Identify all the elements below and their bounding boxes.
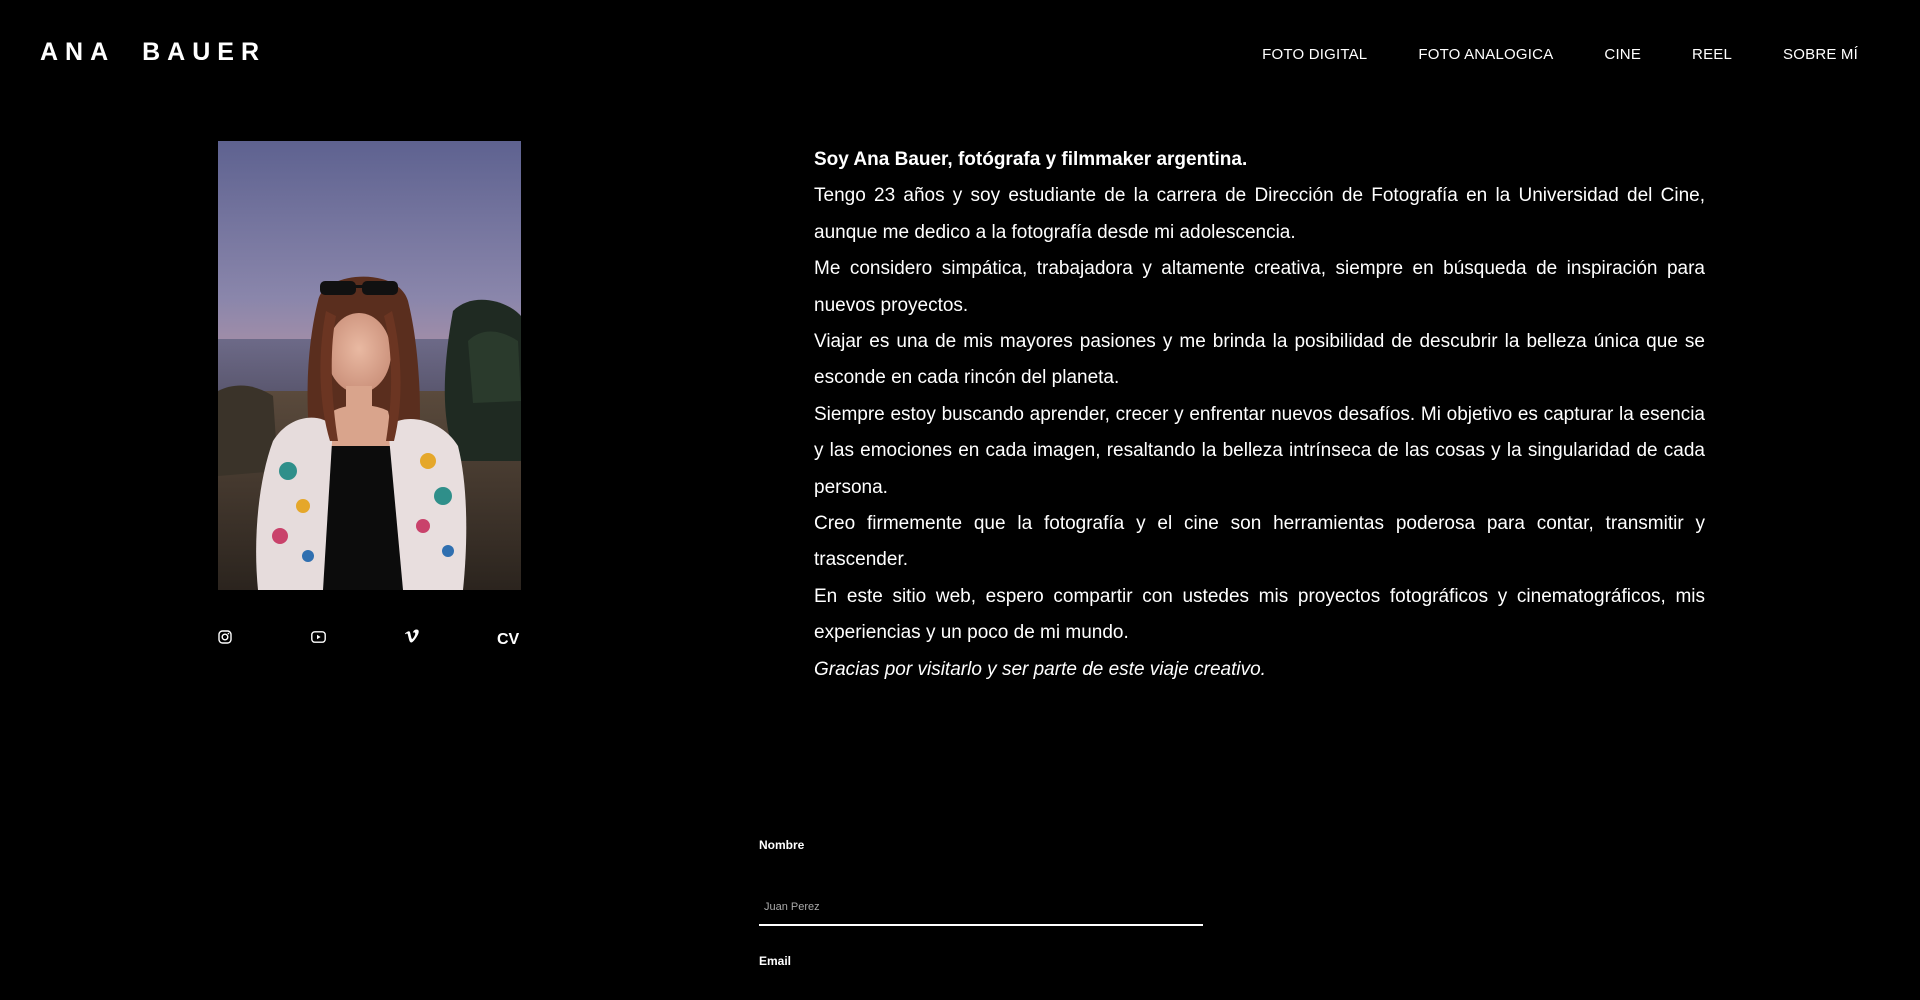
bio-paragraph: Siempre estoy buscando aprender, crecer … bbox=[814, 403, 1705, 498]
nav-item-cine[interactable]: CINE bbox=[1604, 46, 1641, 63]
nav-item-foto-analogica[interactable]: FOTO ANALOGICA bbox=[1418, 46, 1553, 63]
youtube-icon[interactable] bbox=[311, 630, 326, 648]
nav-item-sobre-mi[interactable]: SOBRE MÍ bbox=[1783, 46, 1858, 63]
bio-text: Soy Ana Bauer, fotógrafa y filmmaker arg… bbox=[814, 142, 1705, 688]
bio-paragraph: Viajar es una de mis mayores pasiones y … bbox=[814, 331, 1705, 389]
bio-paragraph: En este sitio web, espero compartir con … bbox=[814, 585, 1705, 644]
site-logo[interactable]: ANA BAUER bbox=[40, 38, 266, 67]
bio-paragraph: Me considero simpática, trabajadora y al… bbox=[814, 258, 1705, 316]
portrait-photo bbox=[218, 141, 521, 590]
vimeo-icon[interactable] bbox=[404, 629, 420, 649]
main-nav: FOTO DIGITAL FOTO ANALOGICA CINE REEL SO… bbox=[1262, 46, 1858, 63]
bio-paragraph: Tengo 23 años y soy estudiante de la car… bbox=[814, 185, 1705, 243]
nav-item-foto-digital[interactable]: FOTO DIGITAL bbox=[1262, 46, 1367, 63]
bio-paragraph: Creo firmemente que la fotografía y el c… bbox=[814, 513, 1705, 571]
page: ANA BAUER FOTO DIGITAL FOTO ANALOGICA CI… bbox=[0, 0, 1920, 1000]
social-links: CV bbox=[218, 628, 521, 652]
cv-link[interactable]: CV bbox=[497, 631, 519, 649]
email-label: Email bbox=[759, 954, 792, 968]
bio-closing: Gracias por visitarlo y ser parte de est… bbox=[814, 658, 1266, 680]
name-label: Nombre bbox=[759, 838, 805, 852]
nav-item-reel[interactable]: REEL bbox=[1692, 46, 1732, 63]
name-input[interactable] bbox=[759, 896, 1203, 926]
instagram-icon[interactable] bbox=[218, 630, 232, 649]
contact-form: Nombre Email bbox=[759, 838, 1203, 968]
bio-lead: Soy Ana Bauer, fotógrafa y filmmaker arg… bbox=[814, 149, 1248, 170]
